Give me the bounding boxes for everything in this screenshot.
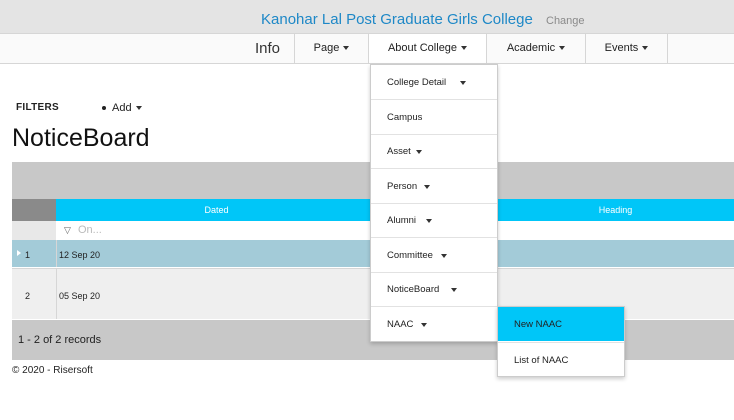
page-title: NoticeBoard <box>12 124 150 152</box>
dated-filter-input[interactable]: On... <box>78 224 102 236</box>
dropdown-item-person[interactable]: Person <box>371 169 497 204</box>
caret-down-icon <box>451 288 457 292</box>
change-link[interactable]: Change <box>546 15 585 27</box>
caret-down-icon <box>421 323 427 327</box>
dropdown-item-naac[interactable]: NAAC <box>371 307 497 341</box>
caret-down-icon <box>559 46 566 51</box>
dropdown-item-asset[interactable]: Asset <box>371 134 497 169</box>
cell-dated[interactable]: 05 Sep 20 <box>59 291 100 301</box>
caret-down-icon <box>642 46 649 51</box>
top-bar: Kanohar Lal Post Graduate Girls College … <box>0 0 734 33</box>
caret-down-icon <box>424 185 430 189</box>
nav-item-page[interactable]: Page <box>294 34 368 63</box>
dropdown-item-label: NoticeBoard <box>387 284 440 295</box>
naac-submenu: New NAAC List of NAAC <box>497 306 625 377</box>
filters-label[interactable]: FILTERS <box>16 102 59 113</box>
college-name[interactable]: Kanohar Lal Post Graduate Girls College <box>261 11 533 28</box>
filter-icon[interactable]: ▽ <box>64 225 71 236</box>
current-row-arrow-icon <box>17 250 21 256</box>
nav-item-academic[interactable]: Academic <box>486 34 585 63</box>
filter-row-corner <box>12 221 56 240</box>
dropdown-item-label: Person <box>387 181 418 192</box>
dropdown-item-label: NAAC <box>387 319 414 330</box>
row-divider <box>56 269 57 319</box>
caret-down-icon <box>461 46 468 51</box>
dropdown-item-label: College Detail <box>387 77 447 88</box>
caret-down-icon <box>416 150 422 154</box>
add-label: Add <box>112 102 132 114</box>
footer-copyright: © 2020 - Risersoft <box>12 365 93 376</box>
nav-item-label: Academic <box>506 42 556 54</box>
dropdown-item-committee[interactable]: Committee <box>371 238 497 273</box>
nav-item-label: Events <box>604 42 639 54</box>
column-header-dated[interactable]: Dated <box>56 199 377 221</box>
submenu-item-new-naac[interactable]: New NAAC <box>498 307 624 341</box>
caret-down-icon <box>343 46 350 51</box>
bullet-icon <box>102 106 106 111</box>
main-nav: Info Page About College Academic Events <box>0 33 734 64</box>
nav-item-label: About College <box>387 42 458 54</box>
submenu-item-list-of-naac[interactable]: List of NAAC <box>498 342 624 377</box>
add-button[interactable]: Add <box>102 102 142 114</box>
dropdown-item-college-detail[interactable]: College Detail <box>371 65 497 100</box>
nav-item-events[interactable]: Events <box>585 34 668 63</box>
caret-down-icon <box>426 219 432 223</box>
caret-down-icon <box>135 106 142 111</box>
column-header-heading-label: Heading <box>598 205 633 215</box>
dropdown-item-label: Alumni <box>387 215 417 226</box>
cell-dated[interactable]: 12 Sep 20 <box>59 250 100 260</box>
grid-row-header-corner <box>12 199 56 221</box>
dropdown-item-label: Asset <box>387 146 411 157</box>
caret-down-icon <box>441 254 447 258</box>
nav-item-about-college[interactable]: About College <box>368 34 486 63</box>
about-college-dropdown: College Detail Campus Asset Person Alumn… <box>370 64 498 342</box>
row-number: 1 <box>25 250 31 260</box>
dropdown-item-label: Committee <box>387 250 433 261</box>
nav-item-label: Page <box>313 42 340 54</box>
dropdown-item-campus[interactable]: Campus <box>371 100 497 135</box>
dropdown-item-noticeboard[interactable]: NoticeBoard <box>371 272 497 307</box>
dropdown-item-alumni[interactable]: Alumni <box>371 203 497 238</box>
row-number: 2 <box>25 291 31 301</box>
submenu-item-label: List of NAAC <box>514 355 569 366</box>
dropdown-item-label: Campus <box>387 112 423 123</box>
pager-record-count: 1 - 2 of 2 records <box>18 334 102 346</box>
caret-down-icon <box>460 81 466 85</box>
submenu-item-label: New NAAC <box>514 319 563 330</box>
nav-info-title[interactable]: Info <box>255 40 280 57</box>
row-divider <box>56 240 57 267</box>
